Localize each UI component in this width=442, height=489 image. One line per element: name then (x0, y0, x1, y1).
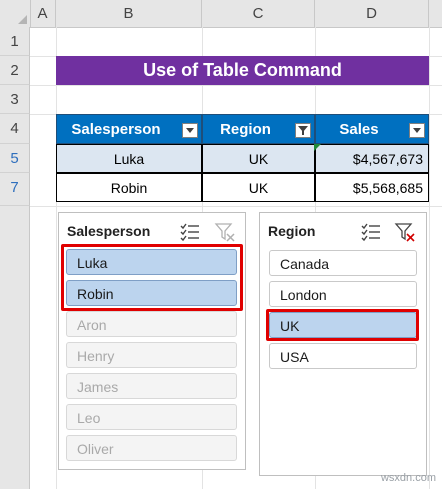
multi-select-icon[interactable] (360, 221, 382, 243)
gridline (30, 206, 442, 207)
title-banner: Use of Table Command (56, 56, 429, 85)
slicer-item-james[interactable]: James (66, 373, 237, 399)
filter-dropdown-button[interactable] (409, 123, 425, 138)
highlight-box (61, 244, 243, 311)
gridline (30, 85, 442, 86)
watermark: wsxdn.com (380, 472, 436, 484)
error-indicator-icon (314, 144, 321, 151)
header-label: Sales (339, 121, 379, 138)
gridline (56, 27, 57, 489)
header-label: Region (220, 121, 271, 138)
column-header-c[interactable]: C (202, 0, 315, 27)
row-header-5[interactable]: 5 (0, 144, 30, 173)
table-cell[interactable]: UK (202, 144, 315, 173)
spreadsheet: A B C D 1 2 3 4 5 7 Use of Table Command… (0, 0, 442, 489)
row-header-7[interactable]: 7 (0, 173, 30, 206)
filter-dropdown-button[interactable] (182, 123, 198, 138)
column-header-b[interactable]: B (56, 0, 202, 27)
clear-filter-icon[interactable] (214, 221, 236, 243)
slicer-item-london[interactable]: London (269, 281, 417, 307)
select-all-corner[interactable] (0, 0, 31, 27)
clear-filter-icon[interactable] (394, 221, 416, 243)
table-cell[interactable]: Luka (56, 144, 202, 173)
table-header-sales: Sales (315, 114, 429, 144)
slicer-title: Salesperson (67, 223, 151, 239)
row-header-3[interactable]: 3 (0, 85, 30, 114)
table-cell[interactable]: UK (202, 173, 315, 202)
gridline (429, 27, 430, 489)
row-header-4[interactable]: 4 (0, 114, 30, 144)
table-header-salesperson: Salesperson (56, 114, 202, 144)
slicer-item-aron[interactable]: Aron (66, 311, 237, 337)
column-header-d[interactable]: D (315, 0, 429, 27)
table-cell[interactable]: Robin (56, 173, 202, 202)
slicer-title: Region (268, 223, 316, 239)
slicer-item-henry[interactable]: Henry (66, 342, 237, 368)
multi-select-icon[interactable] (179, 221, 201, 243)
slicer-item-oliver[interactable]: Oliver (66, 435, 237, 461)
table-header-region: Region (202, 114, 315, 144)
table-cell[interactable]: $4,567,673 (315, 144, 429, 173)
highlight-box (266, 309, 419, 341)
chevron-down-icon (186, 128, 194, 133)
row-header-1[interactable]: 1 (0, 27, 30, 56)
row-header-2[interactable]: 2 (0, 56, 30, 85)
slicer-item-leo[interactable]: Leo (66, 404, 237, 430)
slicer-item-canada[interactable]: Canada (269, 250, 417, 276)
row-header-fill (0, 206, 30, 489)
filter-active-button[interactable] (295, 123, 311, 138)
slicer-item-usa[interactable]: USA (269, 343, 417, 369)
chevron-down-icon (413, 128, 421, 133)
column-header-a[interactable]: A (30, 0, 56, 27)
column-header-e[interactable] (429, 0, 442, 27)
table-cell[interactable]: $5,568,685 (315, 173, 429, 202)
header-label: Salesperson (71, 121, 161, 138)
